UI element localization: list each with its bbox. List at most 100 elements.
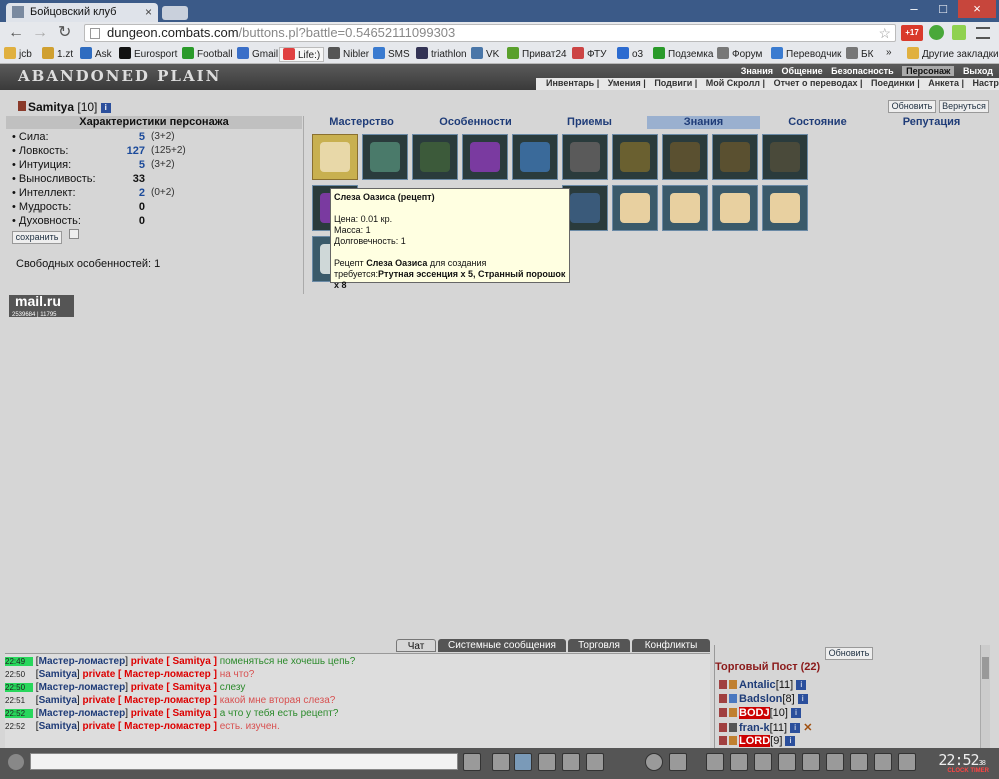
info-icon[interactable]: i <box>100 103 111 113</box>
tab-mastery[interactable]: Мастерство <box>305 116 418 129</box>
rune-book-item[interactable] <box>562 134 608 180</box>
action-icon[interactable] <box>850 753 868 771</box>
player-entry[interactable]: fran-k[11] i ✕ <box>719 721 812 734</box>
clear-chat-icon[interactable] <box>492 753 510 771</box>
star-icon[interactable]: ☆ <box>878 25 891 41</box>
close-window-button[interactable]: × <box>958 0 996 18</box>
bookmarks-overflow-button[interactable]: » <box>886 47 892 58</box>
bookmark-eurosport[interactable]: Eurosport <box>119 47 177 60</box>
forward-arrow-icon[interactable]: → <box>32 24 48 42</box>
walk-icon[interactable] <box>562 753 580 771</box>
action-icon[interactable] <box>730 753 748 771</box>
action-icon[interactable] <box>826 753 844 771</box>
recipe-scroll-item[interactable] <box>762 185 808 231</box>
refresh-button[interactable]: Обновить <box>888 100 936 113</box>
character-name[interactable]: Samitya [10] i <box>18 100 111 114</box>
reload-icon[interactable]: ↻ <box>58 24 71 42</box>
bookmark-o3[interactable]: o3 <box>617 47 643 60</box>
tab-state[interactable]: Состояние <box>761 116 874 129</box>
rune-book-item[interactable] <box>412 134 458 180</box>
bookmark-ask[interactable]: Ask <box>80 47 112 60</box>
close-tab-icon[interactable]: × <box>145 5 152 19</box>
maximize-button[interactable]: □ <box>930 0 956 18</box>
nav-knowledge[interactable]: Знания <box>741 66 773 76</box>
browser-tab[interactable]: Бойцовский клуб × <box>6 3 158 22</box>
tab-techniques[interactable]: Приемы <box>533 116 646 129</box>
rune-book-item[interactable] <box>712 134 758 180</box>
chat-tab-chat[interactable]: Чат <box>396 639 436 652</box>
rune-book-item[interactable] <box>762 134 808 180</box>
mailru-counter[interactable]: mail.ru 2539684 | 11795 <box>9 294 74 318</box>
tab-knowledge[interactable]: Знания <box>647 116 760 129</box>
back-button[interactable]: Вернуться <box>939 100 989 113</box>
subnav-scroll[interactable]: Мой Скролл <box>706 78 760 88</box>
bookmark-podzemka[interactable]: Подземка <box>653 47 713 60</box>
minimize-button[interactable]: – <box>900 0 928 18</box>
menu-icon[interactable] <box>976 27 990 39</box>
save-checkbox[interactable] <box>69 229 79 239</box>
rune-book-item[interactable] <box>612 134 658 180</box>
save-stats-button[interactable]: сохранить <box>12 231 62 244</box>
rune-book-item[interactable] <box>512 134 558 180</box>
new-tab-button[interactable] <box>162 6 188 20</box>
action-icon[interactable] <box>874 753 892 771</box>
chat-input[interactable] <box>30 753 458 770</box>
bookmark-jcb[interactable]: jcb <box>4 47 32 60</box>
player-entry[interactable]: LORD[9] i <box>719 735 796 748</box>
bookmark-sms[interactable]: SMS <box>373 47 410 60</box>
nav-exit[interactable]: Выход <box>963 66 993 76</box>
recipe-scroll-item[interactable] <box>612 185 658 231</box>
nav-security[interactable]: Безопасность <box>831 66 893 76</box>
player-entry[interactable]: Antalic[11] i <box>719 679 807 692</box>
extension-green-icon[interactable] <box>929 25 944 40</box>
bookmark-translator[interactable]: Переводчик <box>771 47 841 60</box>
filter-icon[interactable] <box>514 753 532 771</box>
gallery-icon[interactable] <box>669 753 687 771</box>
tab-features[interactable]: Особенности <box>419 116 532 129</box>
download-icon[interactable] <box>952 25 966 40</box>
tab-reputation[interactable]: Репутация <box>875 116 988 129</box>
speed-icon[interactable] <box>586 753 604 771</box>
bookmark-life[interactable]: Life:) <box>279 47 325 62</box>
bookmark-vk[interactable]: VK <box>471 47 499 60</box>
action-icon[interactable] <box>778 753 796 771</box>
subnav-settings[interactable]: Настройки <box>973 78 999 88</box>
rune-book-item[interactable] <box>462 134 508 180</box>
bookmark-bk[interactable]: БК <box>846 47 873 60</box>
nav-character[interactable]: Персонаж <box>902 66 955 76</box>
bookmark-ftu[interactable]: ФТУ <box>572 47 607 60</box>
bookmark-football[interactable]: Football <box>182 47 233 60</box>
chat-log[interactable]: 22:49 [Мастер-ломастер] private [ Samity… <box>5 653 710 748</box>
subnav-profile[interactable]: Анкета <box>928 78 959 88</box>
chat-tab-conflicts[interactable]: Конфликты <box>632 639 710 652</box>
subnav-inventory[interactable]: Инвентарь <box>546 78 594 88</box>
subnav-skills[interactable]: Умения <box>608 78 641 88</box>
bookmark-gmail[interactable]: Gmail <box>237 47 278 60</box>
send-arrow-icon[interactable] <box>463 753 481 771</box>
nav-communication[interactable]: Общение <box>782 66 823 76</box>
recipe-scroll-item[interactable] <box>312 134 358 180</box>
bookmark-triathlon[interactable]: triathlon <box>416 47 467 60</box>
back-arrow-icon[interactable]: ← <box>8 24 24 42</box>
bookmark-privat24[interactable]: Приват24 <box>507 47 567 60</box>
smiley-icon[interactable] <box>645 753 663 771</box>
player-entry[interactable]: BODJ[10] i <box>719 707 801 720</box>
other-bookmarks-folder[interactable]: Другие закладки <box>907 47 999 60</box>
players-scrollbar[interactable] <box>980 645 990 748</box>
recipe-scroll-item[interactable] <box>712 185 758 231</box>
save-log-icon[interactable] <box>538 753 556 771</box>
action-icon[interactable] <box>898 753 916 771</box>
subnav-transfer-report[interactable]: Отчет о переводах <box>774 78 858 88</box>
subnav-duels[interactable]: Поединки <box>871 78 915 88</box>
action-icon[interactable] <box>802 753 820 771</box>
extension-badge[interactable]: +17 <box>901 25 923 41</box>
bookmark-1zt[interactable]: 1.zt <box>42 47 73 60</box>
bookmark-nibler[interactable]: Nibler <box>328 47 369 60</box>
subnav-feats[interactable]: Подвиги <box>654 78 692 88</box>
chat-tab-trade[interactable]: Торговля <box>568 639 630 652</box>
player-entry[interactable]: Badslon[8] i <box>719 693 808 706</box>
chat-options-icon[interactable] <box>8 754 24 770</box>
action-icon[interactable] <box>706 753 724 771</box>
recipe-scroll-item[interactable] <box>662 185 708 231</box>
rune-book-item[interactable] <box>362 134 408 180</box>
